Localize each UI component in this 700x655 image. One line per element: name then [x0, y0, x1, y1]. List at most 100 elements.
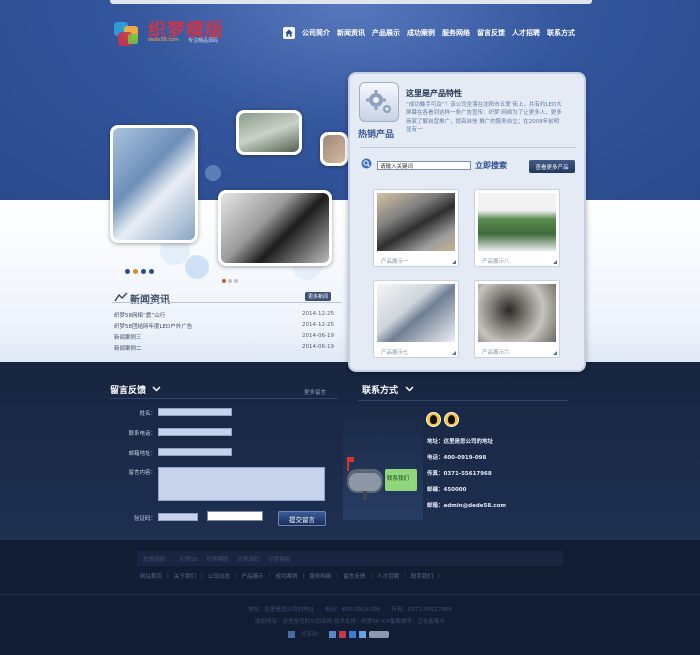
product-image[interactable]	[377, 284, 455, 342]
slider-dot[interactable]	[125, 269, 130, 274]
captcha-field[interactable]	[158, 513, 198, 521]
corner-icon	[553, 351, 557, 355]
product-card[interactable]: 产品展示七	[373, 280, 459, 358]
search-input[interactable]	[377, 161, 471, 170]
news-title: 新闻资讯	[130, 295, 170, 306]
product-image[interactable]	[478, 193, 556, 251]
contact-address: 地址：这里是您公司的地址	[427, 439, 494, 445]
footer-link[interactable]: 联系我们	[411, 572, 433, 580]
share-bar: 分享到：	[288, 630, 390, 638]
news-icon	[114, 292, 128, 302]
phone-field[interactable]	[158, 428, 232, 436]
content-label: 留言内容：	[128, 470, 156, 476]
slider-dot[interactable]	[234, 279, 238, 283]
feedback-more-link[interactable]: 更多留言	[304, 388, 326, 396]
footer-link[interactable]: 服务网络	[309, 572, 331, 580]
friend-link[interactable]: 织梦模版	[207, 555, 229, 563]
footer-nav: 网站首页 | 关于我们 | 公司动态 | 产品展示 | 成功案例 | 服务网络 | 留言反馈…	[140, 572, 440, 580]
footer-divider	[0, 594, 700, 595]
share-icon[interactable]	[339, 630, 347, 638]
product-card[interactable]: 产品展示八	[474, 189, 560, 267]
footer-link[interactable]: 留言反馈	[343, 572, 365, 580]
product-image[interactable]	[377, 193, 455, 251]
news-item[interactable]: 新闻案例三 2014-06-19	[114, 333, 334, 344]
name-label: 姓名：	[139, 411, 156, 417]
slider-dot[interactable]	[149, 269, 154, 274]
news-item-title[interactable]: 新闻案例三	[114, 333, 142, 344]
main-nav: 公司简介 新闻资讯 产品展示 成功案例 服务网络 留言反馈 人才招聘 联系方式	[283, 26, 582, 40]
nav-item-cases[interactable]: 成功案例	[407, 28, 435, 38]
news-item[interactable]: 新闻案例二 2014-06-19	[114, 344, 334, 355]
submit-button[interactable]: 提交留言	[278, 511, 326, 526]
captcha-image[interactable]	[207, 511, 263, 521]
nav-item-products[interactable]: 产品展示	[372, 28, 400, 38]
footer-link[interactable]: 人才招聘	[377, 572, 399, 580]
more-products-button[interactable]: 查看更多产品	[529, 160, 575, 173]
friend-link[interactable]: 织梦58	[180, 555, 198, 563]
footer-link[interactable]: 公司动态	[208, 572, 230, 580]
brand-domain: dede58.com	[148, 37, 180, 43]
footer-link[interactable]: 成功案例	[276, 572, 298, 580]
panel-divider	[360, 147, 576, 148]
product-card[interactable]: 产品展示六	[474, 280, 560, 358]
email-field[interactable]	[158, 448, 232, 456]
banner-photo-worker	[320, 132, 348, 166]
slider-dot-active[interactable]	[222, 279, 226, 283]
product-card[interactable]: 产品展示一	[373, 189, 459, 267]
footer-copyright: 版权所有：这里是您的公司名称 技术支持：织梦58 ICP备案编号：正在备案中	[255, 619, 445, 625]
nav-item-news[interactable]: 新闻资讯	[337, 28, 365, 38]
banner-photo-camera	[218, 190, 332, 266]
qq-icon[interactable]	[444, 412, 459, 427]
phone-label: 联系电话：	[128, 431, 156, 437]
search-button[interactable]: 立即搜索	[475, 160, 507, 171]
share-icon[interactable]	[329, 630, 337, 638]
news-item-title[interactable]: 织梦58网络“震”山行	[114, 311, 165, 322]
content-textarea[interactable]	[158, 467, 325, 501]
news-item-title[interactable]: 新闻案例二	[114, 344, 142, 355]
corner-icon	[452, 351, 456, 355]
nav-item-contact[interactable]: 联系方式	[547, 28, 575, 38]
friend-link[interactable]: 织梦源码	[238, 555, 260, 563]
share-icon[interactable]	[359, 630, 367, 638]
share-counter[interactable]	[369, 630, 390, 638]
nav-item-about[interactable]: 公司简介	[302, 28, 330, 38]
nav-item-jobs[interactable]: 人才招聘	[512, 28, 540, 38]
contact-zip: 邮编：450000	[427, 487, 467, 493]
slider-dots	[125, 269, 154, 274]
nav-item-feedback[interactable]: 留言反馈	[477, 28, 505, 38]
news-item[interactable]: 织梦58团结网年度LED户外广告 2014-12-25	[114, 322, 334, 333]
home-button[interactable]	[283, 27, 295, 39]
banner-photo-machine	[236, 110, 302, 155]
friend-link[interactable]: 织梦模板	[269, 555, 291, 563]
nav-item-service[interactable]: 服务网络	[442, 28, 470, 38]
gear-icon-box	[359, 82, 399, 122]
product-caption[interactable]: 产品展示一	[377, 257, 455, 265]
footer-link[interactable]: 关于我们	[174, 572, 196, 580]
qq-icons	[426, 412, 459, 427]
qq-icon[interactable]	[426, 412, 441, 427]
product-caption[interactable]: 产品展示八	[478, 257, 556, 265]
product-image[interactable]	[478, 284, 556, 342]
feedback-divider	[110, 398, 338, 399]
hot-products-label: 热销产品	[358, 130, 395, 140]
product-caption[interactable]: 产品展示七	[377, 348, 455, 356]
slider-dot[interactable]	[141, 269, 146, 274]
share-icon[interactable]	[349, 630, 357, 638]
news-item[interactable]: 织梦58网络“震”山行 2014-12-25	[114, 311, 334, 322]
slider-dot-active[interactable]	[133, 269, 138, 274]
footer-link[interactable]: 产品展示	[242, 572, 264, 580]
news-list: 织梦58网络“震”山行 2014-12-25 织梦58团结网年度LED户外广告 …	[114, 311, 334, 355]
share-icon[interactable]	[288, 630, 295, 638]
news-more-button[interactable]: 更多新闻	[305, 292, 332, 301]
gear-icon	[366, 90, 391, 113]
slider-dot[interactable]	[228, 279, 232, 283]
product-caption[interactable]: 产品展示六	[478, 348, 556, 356]
product-intro-text: “成功触手可及”！该公司坐落在沈阳市五爱 街上，共有约LED大屏幕在各看到这样一…	[406, 102, 562, 133]
news-item-title[interactable]: 织梦58团结网年度LED户外广告	[114, 322, 192, 333]
contact-phone: 电话：400-0919-098	[427, 455, 487, 461]
search-icon	[361, 158, 372, 169]
news-divider	[112, 302, 342, 303]
name-field[interactable]	[158, 408, 232, 416]
footer-link[interactable]: 网站首页	[140, 572, 162, 580]
contact-email: 邮箱：admin@dede58.com	[427, 503, 507, 509]
